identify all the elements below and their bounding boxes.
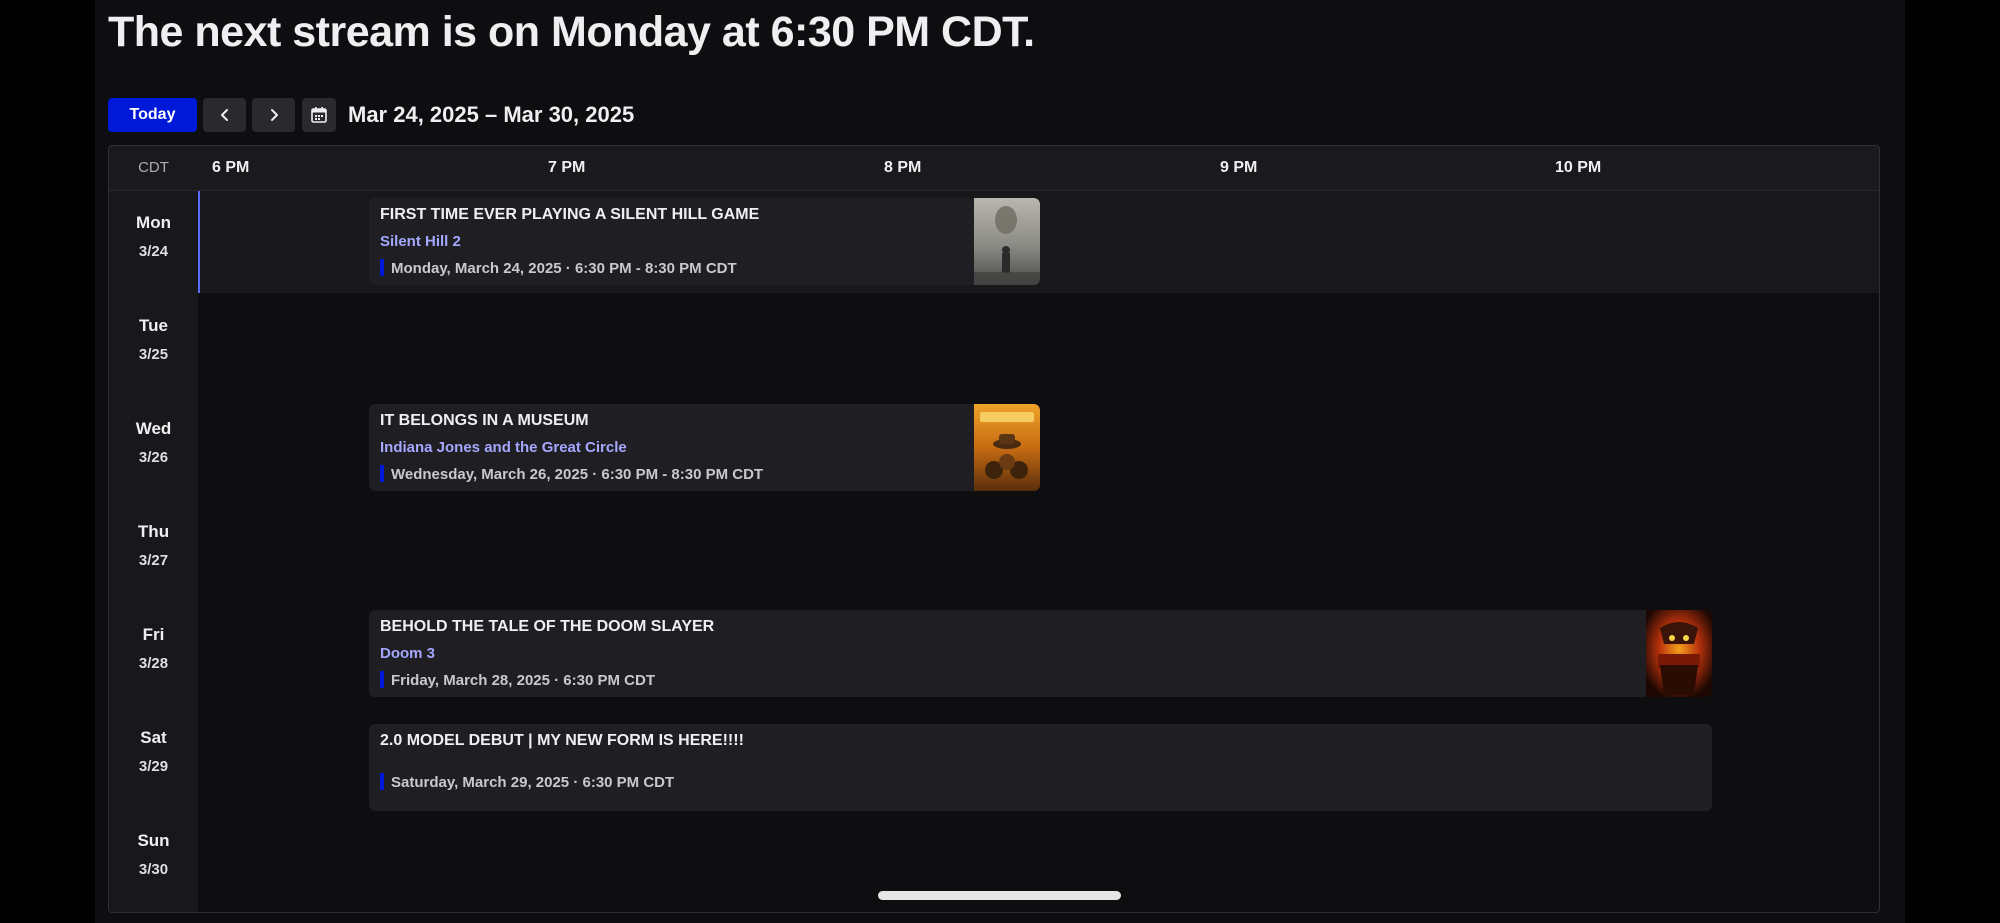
previous-week-button[interactable] xyxy=(203,98,246,132)
event-time: Monday, March 24, 2025 · 6:30 PM - 8:30 … xyxy=(380,259,737,277)
schedule-event-card[interactable]: IT BELONGS IN A MUSEUM Indiana Jones and… xyxy=(369,404,1040,491)
event-title: FIRST TIME EVER PLAYING A SILENT HILL GA… xyxy=(380,206,760,223)
category-color-bar xyxy=(380,773,384,790)
event-time: Saturday, March 29, 2025 · 6:30 PM CDT xyxy=(380,773,674,791)
next-stream-headline: The next stream is on Monday at 6:30 PM … xyxy=(108,8,1035,56)
day-label-tue: Tue 3/25 xyxy=(109,316,198,363)
day-label-sun: Sun 3/30 xyxy=(109,831,198,878)
event-title: BEHOLD THE TALE OF THE DOOM SLAYER xyxy=(380,618,715,635)
event-time: Wednesday, March 26, 2025 · 6:30 PM - 8:… xyxy=(380,465,763,483)
day-date: 3/27 xyxy=(138,552,169,569)
day-name: Fri xyxy=(142,625,165,644)
event-time-text: Monday, March 24, 2025 · 6:30 PM - 8:30 … xyxy=(391,260,737,277)
hour-label: 9 PM xyxy=(1220,159,1258,176)
timezone-label: CDT xyxy=(138,159,169,176)
chevron-left-icon xyxy=(220,109,228,121)
day-date: 3/28 xyxy=(138,655,169,672)
event-game-link[interactable]: Doom 3 xyxy=(380,645,435,662)
schedule-page: The next stream is on Monday at 6:30 PM … xyxy=(95,0,1905,923)
event-time: Friday, March 28, 2025 · 6:30 PM CDT xyxy=(380,671,655,689)
category-color-bar xyxy=(380,259,384,276)
event-time-text: Wednesday, March 26, 2025 · 6:30 PM - 8:… xyxy=(391,466,764,483)
event-title: 2.0 MODEL DEBUT | MY NEW FORM IS HERE!!!… xyxy=(380,732,744,749)
home-indicator[interactable] xyxy=(878,891,1121,900)
date-range-label: Mar 24, 2025 – Mar 30, 2025 xyxy=(348,102,635,127)
calendar-toolbar: Today Mar 24, 2025 – Mar 30, 2025 xyxy=(108,98,634,132)
calendar-icon xyxy=(311,107,327,123)
schedule-event-card[interactable]: FIRST TIME EVER PLAYING A SILENT HILL GA… xyxy=(369,198,1040,285)
day-column: Mon 3/24 Tue 3/25 Wed 3/26 Thu 3/27 Fri … xyxy=(109,191,198,912)
event-game-link[interactable]: Silent Hill 2 xyxy=(380,233,461,250)
event-title: IT BELONGS IN A MUSEUM xyxy=(380,412,589,429)
game-box-art[interactable] xyxy=(1646,610,1712,697)
day-label-fri: Fri 3/28 xyxy=(109,625,198,672)
chevron-right-icon xyxy=(270,109,278,121)
day-date: 3/24 xyxy=(138,243,169,260)
event-time-text: Friday, March 28, 2025 · 6:30 PM CDT xyxy=(391,672,655,689)
event-time-text: Saturday, March 29, 2025 · 6:30 PM CDT xyxy=(391,774,675,791)
day-label-mon: Mon 3/24 xyxy=(109,213,198,260)
game-box-art[interactable] xyxy=(974,198,1040,285)
day-name: Sun xyxy=(137,831,170,850)
hour-label: 8 PM xyxy=(884,159,922,176)
schedule-event-card[interactable]: 2.0 MODEL DEBUT | MY NEW FORM IS HERE!!!… xyxy=(369,724,1712,811)
day-date: 3/26 xyxy=(138,449,169,466)
day-date: 3/29 xyxy=(138,758,169,775)
hour-label: 10 PM xyxy=(1555,159,1602,176)
next-week-button[interactable] xyxy=(252,98,295,132)
day-name: Thu xyxy=(137,522,170,541)
day-name: Tue xyxy=(139,316,168,335)
day-name: Mon xyxy=(136,213,171,232)
schedule-event-card[interactable]: BEHOLD THE TALE OF THE DOOM SLAYER Doom … xyxy=(369,610,1712,697)
hour-label: 7 PM xyxy=(548,159,586,176)
calendar-header: CDT 6 PM 7 PM 8 PM 9 PM 10 PM xyxy=(109,146,1879,191)
day-label-thu: Thu 3/27 xyxy=(109,522,198,569)
category-color-bar xyxy=(380,671,384,688)
event-game-link[interactable]: Indiana Jones and the Great Circle xyxy=(380,439,627,456)
day-label-sat: Sat 3/29 xyxy=(109,728,198,775)
category-color-bar xyxy=(380,465,384,482)
day-name: Sat xyxy=(140,728,167,747)
day-date: 3/25 xyxy=(138,346,169,363)
hour-label: 6 PM xyxy=(212,159,250,176)
game-box-art[interactable] xyxy=(974,404,1040,491)
day-name: Wed xyxy=(135,419,172,438)
date-picker-button[interactable] xyxy=(302,98,336,132)
day-date: 3/30 xyxy=(138,861,169,878)
day-label-wed: Wed 3/26 xyxy=(109,419,198,466)
today-button[interactable]: Today xyxy=(108,98,197,132)
schedule-calendar: CDT 6 PM 7 PM 8 PM 9 PM 10 PM Mon 3/24 T… xyxy=(108,145,1880,913)
